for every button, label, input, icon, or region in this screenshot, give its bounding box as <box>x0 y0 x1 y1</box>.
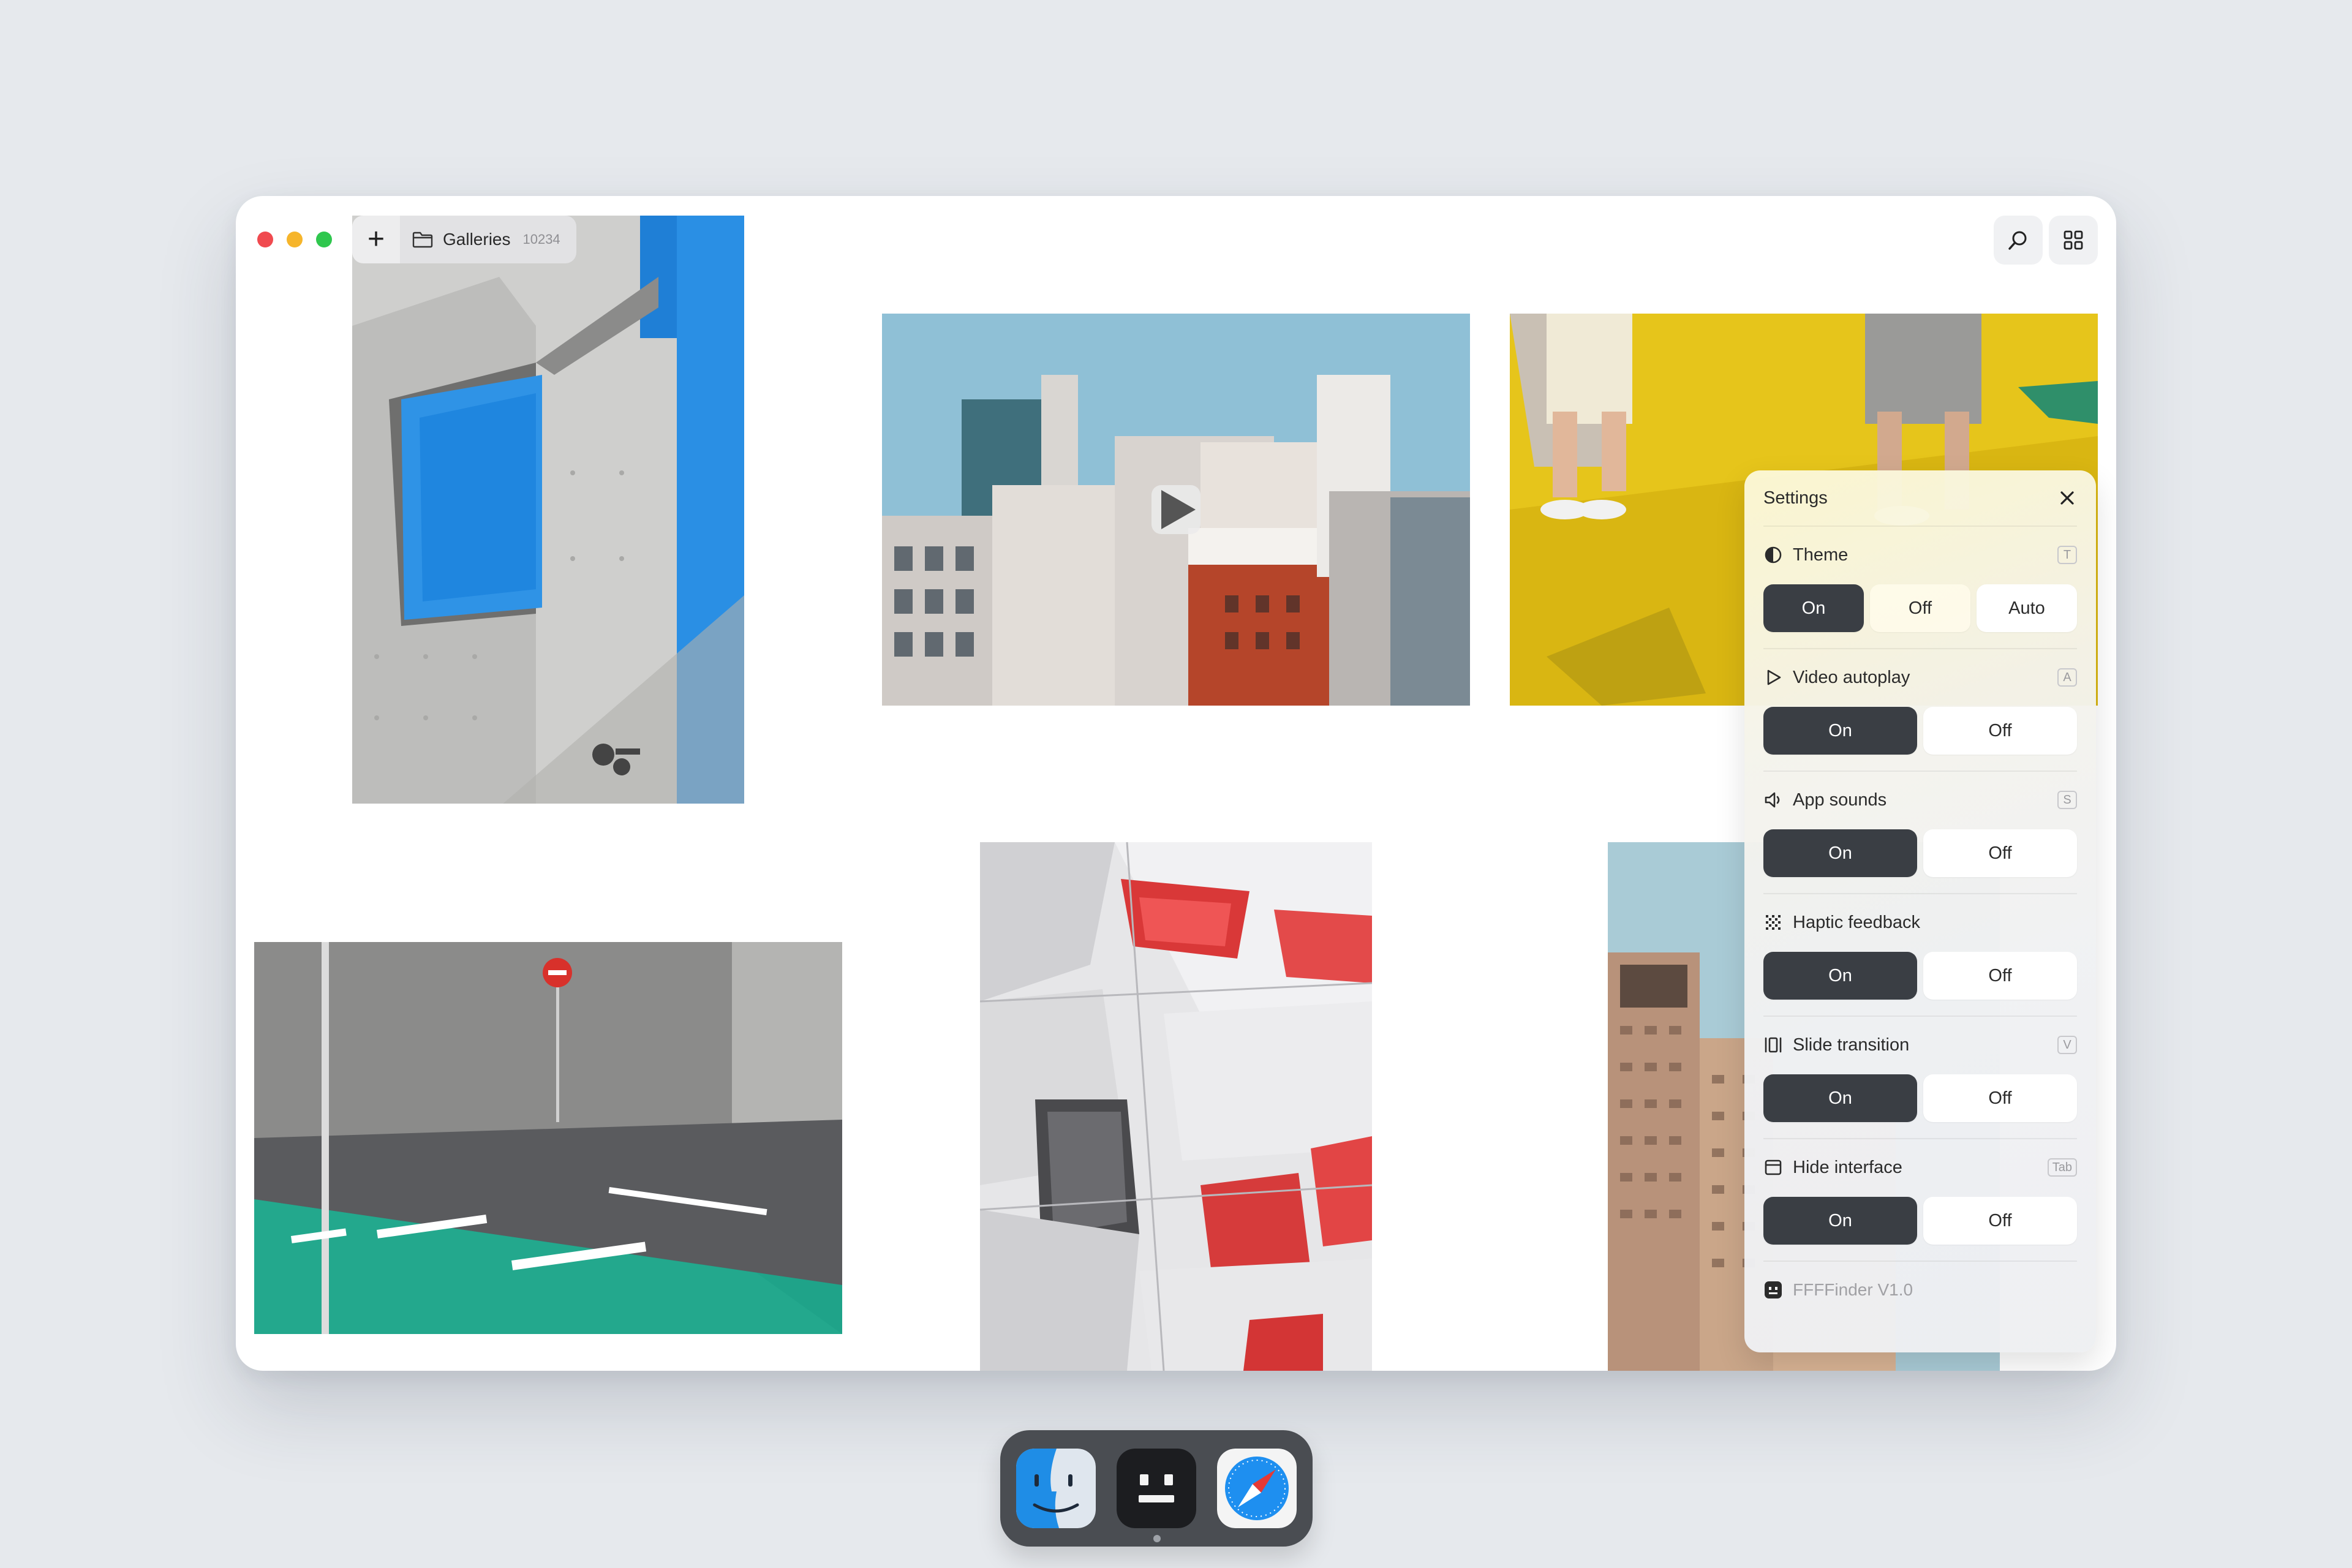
new-gallery-button[interactable]: + <box>352 216 400 263</box>
concrete-building-image <box>352 216 744 804</box>
app-sounds-toggle: On Off <box>1763 829 2077 877</box>
haptic-feedback-toggle: On Off <box>1763 952 2077 1000</box>
shortcut-key: T <box>2057 546 2077 564</box>
hide-interface-toggle: On Off <box>1763 1197 2077 1245</box>
road-markings-image <box>254 942 842 1334</box>
close-icon[interactable] <box>2057 488 2077 508</box>
galleries-count: 10234 <box>522 232 560 247</box>
app-window: + Galleries 10234 Settings Theme T On Of… <box>236 196 2116 1371</box>
tokyo-street-video[interactable] <box>882 314 1470 706</box>
play-icon <box>1767 669 1781 685</box>
app-sounds-on-option[interactable]: On <box>1763 829 1917 877</box>
slide-transition-icon <box>1765 1037 1782 1053</box>
window-icon <box>1765 1159 1782 1175</box>
app-version: FFFFinder V1.0 <box>1793 1280 1913 1299</box>
setting-hide-interface: Hide interface Tab On Off <box>1763 1139 2077 1262</box>
grid-icon <box>2064 230 2083 250</box>
theme-on-option[interactable]: On <box>1763 584 1864 632</box>
window-controls <box>257 232 332 247</box>
setting-label: Slide transition <box>1793 1035 1910 1055</box>
setting-slide-transition: Slide transition V On Off <box>1763 1017 2077 1139</box>
setting-label: App sounds <box>1793 790 1887 810</box>
galleries-dropdown[interactable]: Galleries 10234 <box>400 216 576 263</box>
slide-transition-on-option[interactable]: On <box>1763 1074 1917 1122</box>
robot-statue-image <box>980 842 1372 1371</box>
search-icon <box>2008 231 2027 250</box>
setting-video-autoplay: Video autoplay A On Off <box>1763 649 2077 772</box>
play-icon[interactable] <box>1152 485 1200 534</box>
zoom-window-button[interactable] <box>316 232 332 247</box>
setting-app-sounds: App sounds S On Off <box>1763 772 2077 894</box>
video-autoplay-off-option[interactable]: Off <box>1923 707 2077 755</box>
galleries-label: Galleries <box>443 230 511 249</box>
slide-transition-off-option[interactable]: Off <box>1923 1074 2077 1122</box>
finder-icon[interactable] <box>1016 1449 1096 1528</box>
setting-label: Hide interface <box>1793 1157 1902 1177</box>
concrete-building-photo[interactable] <box>352 216 744 804</box>
close-window-button[interactable] <box>257 232 273 247</box>
theme-icon <box>1765 546 1782 564</box>
folder-icon <box>412 232 433 248</box>
settings-panel: Settings Theme T On Off Auto Video autop… <box>1744 470 2096 1352</box>
settings-header: Settings <box>1763 470 2077 527</box>
gallery-toolbar: + Galleries 10234 <box>352 216 576 263</box>
grid-view-button[interactable] <box>2049 216 2098 265</box>
search-button[interactable] <box>1994 216 2043 265</box>
road-markings-photo[interactable] <box>254 942 842 1334</box>
theme-off-option[interactable]: Off <box>1870 584 1970 632</box>
view-toolbar <box>1994 216 2098 265</box>
hide-interface-on-option[interactable]: On <box>1763 1197 1917 1245</box>
haptic-feedback-off-option[interactable]: Off <box>1923 952 2077 1000</box>
minimize-window-button[interactable] <box>287 232 303 247</box>
dock <box>1000 1430 1313 1547</box>
video-autoplay-toggle: On Off <box>1763 707 2077 755</box>
theme-auto-option[interactable]: Auto <box>1977 584 2077 632</box>
shortcut-key: V <box>2057 1036 2077 1054</box>
app-logo-icon <box>1765 1281 1782 1298</box>
setting-label: Theme <box>1793 545 1849 565</box>
hide-interface-off-option[interactable]: Off <box>1923 1197 2077 1245</box>
haptic-feedback-on-option[interactable]: On <box>1763 952 1917 1000</box>
slide-transition-toggle: On Off <box>1763 1074 2077 1122</box>
ffffinder-icon[interactable] <box>1117 1449 1196 1528</box>
setting-theme: Theme T On Off Auto <box>1763 527 2077 649</box>
app-sounds-off-option[interactable]: Off <box>1923 829 2077 877</box>
running-indicator <box>1153 1535 1161 1542</box>
haptic-icon <box>1766 915 1781 930</box>
settings-title: Settings <box>1763 488 1828 508</box>
speaker-icon <box>1765 792 1780 808</box>
setting-label: Haptic feedback <box>1793 912 1920 932</box>
robot-statue-photo[interactable] <box>980 842 1372 1371</box>
shortcut-key: A <box>2057 668 2077 687</box>
setting-haptic-feedback: Haptic feedback On Off <box>1763 894 2077 1017</box>
video-autoplay-on-option[interactable]: On <box>1763 707 1917 755</box>
safari-icon[interactable] <box>1217 1449 1297 1528</box>
shortcut-key: S <box>2057 791 2077 809</box>
theme-toggle: On Off Auto <box>1763 584 2077 632</box>
settings-footer: FFFFinder V1.0 <box>1763 1262 2077 1300</box>
shortcut-key: Tab <box>2047 1158 2077 1177</box>
setting-label: Video autoplay <box>1793 667 1910 687</box>
